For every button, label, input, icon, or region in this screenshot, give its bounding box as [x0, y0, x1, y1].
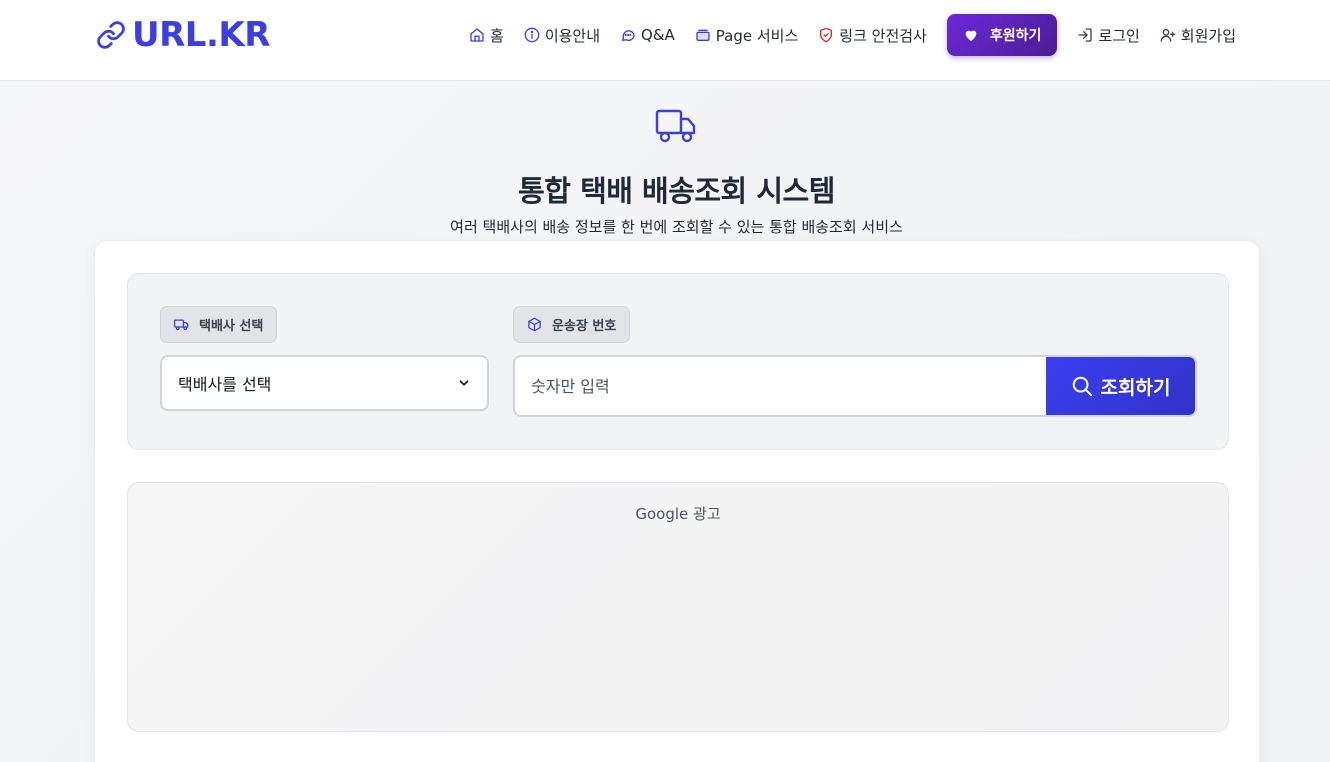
tracking-label: 운송장 번호 [552, 319, 617, 334]
page-subtitle: 여러 택배사의 배송 정보를 한 번에 조회할 수 있는 통합 배송조회 서비스 [450, 218, 903, 236]
truck-icon [655, 109, 696, 143]
nav-guide-label: 이용안내 [544, 26, 601, 45]
home-icon [470, 28, 484, 42]
logo-text: URL.KR [132, 15, 270, 55]
chevron-down-icon [459, 380, 469, 386]
nav-login-label: 로그인 [1098, 26, 1140, 45]
info-icon [524, 27, 540, 43]
nav-guide[interactable]: 이용안내 [514, 14, 610, 56]
site-header: URL.KR 홈 이용안내 Q&A Page 서비스 링크 안전검사 후원하기 [0, 0, 1330, 81]
search-icon [1072, 376, 1092, 397]
package-icon [528, 317, 541, 332]
tracking-input-group: 조회하기 [513, 355, 1197, 417]
site-logo[interactable]: URL.KR [96, 14, 270, 56]
nav-link-check[interactable]: 링크 안전검사 [808, 14, 937, 56]
tracking-form: 택배사 선택 운송장 번호 택배사를 선택 조회하기 [127, 273, 1229, 450]
courier-select-value: 택배사를 선택 [178, 375, 272, 394]
truck-small-icon [174, 319, 189, 331]
nav-qna[interactable]: Q&A [610, 14, 685, 56]
nav-signup-label: 회원가입 [1180, 26, 1236, 45]
nav-signup[interactable]: 회원가입 [1150, 14, 1246, 56]
search-button[interactable]: 조회하기 [1046, 357, 1195, 415]
stack-icon [696, 29, 710, 41]
user-plus-icon [1160, 29, 1176, 42]
heart-icon [965, 30, 977, 41]
link-icon [97, 21, 125, 49]
chat-bubble-icon [621, 30, 635, 42]
nav-home-label: 홈 [490, 26, 504, 45]
nav-page-service[interactable]: Page 서비스 [685, 14, 808, 56]
tracking-label-chip: 운송장 번호 [513, 306, 631, 343]
sponsor-label: 후원하기 [989, 28, 1042, 44]
nav-home[interactable]: 홈 [459, 14, 514, 56]
ad-container: Google 광고 [127, 482, 1229, 732]
main-nav: 홈 이용안내 Q&A Page 서비스 링크 안전검사 후원하기 로그인 회원가… [459, 14, 1246, 56]
page-title: 통합 택배 배송조회 시스템 [518, 174, 835, 208]
courier-label-chip: 택배사 선택 [160, 306, 278, 343]
ad-label: Google 광고 [635, 505, 721, 523]
tracking-number-input[interactable] [515, 357, 1046, 415]
courier-label: 택배사 선택 [199, 319, 264, 334]
nav-page-service-label: Page 서비스 [715, 26, 799, 45]
login-icon [1078, 28, 1093, 42]
shield-check-icon [820, 27, 833, 43]
sponsor-button[interactable]: 후원하기 [946, 14, 1058, 56]
main-card: 택배사 선택 운송장 번호 택배사를 선택 조회하기 Google 광고 [94, 240, 1260, 762]
nav-link-check-label: 링크 안전검사 [839, 26, 927, 45]
search-button-label: 조회하기 [1100, 376, 1171, 399]
courier-select[interactable]: 택배사를 선택 [160, 355, 489, 411]
nav-login[interactable]: 로그인 [1067, 14, 1149, 56]
nav-qna-label: Q&A [641, 26, 675, 44]
